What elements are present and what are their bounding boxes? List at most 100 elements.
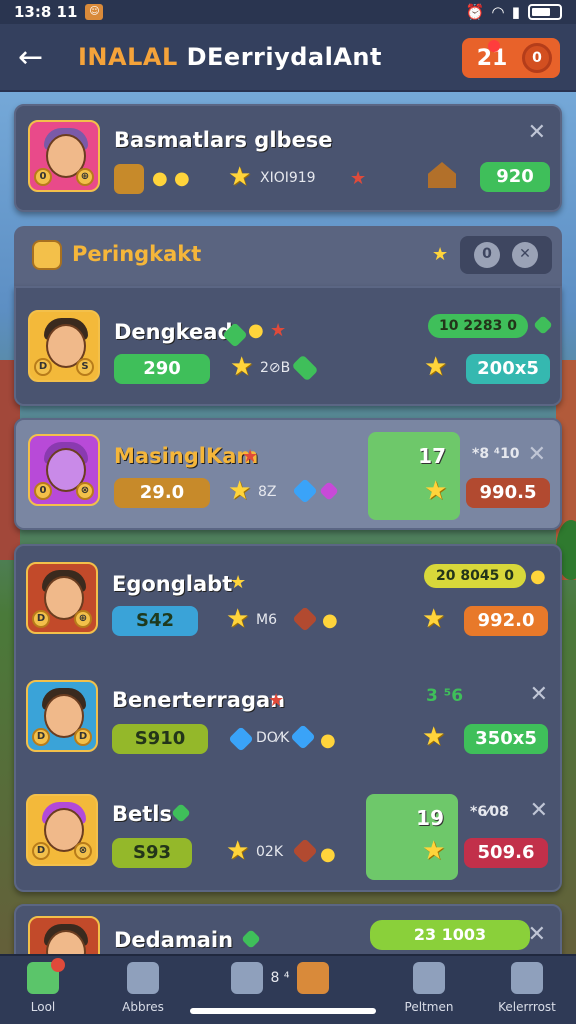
nav-item-kelerrrost[interactable]: Kelerrrost xyxy=(472,962,576,1014)
mini-avatar xyxy=(114,164,144,194)
coin-icon: ● xyxy=(320,730,336,751)
gem-icon xyxy=(533,315,553,335)
nav-item-peltmen[interactable]: Peltmen xyxy=(374,962,484,1014)
row-mini-text: DO⁄K xyxy=(256,730,290,746)
value-pill[interactable]: 992.0 xyxy=(464,606,548,636)
title-rest: DEerriydalAnt xyxy=(186,43,382,71)
stat-pill: S910 xyxy=(112,724,208,754)
gem-icon xyxy=(241,929,261,949)
row-mini-text: 02K xyxy=(256,844,283,860)
gem-icon xyxy=(292,478,318,504)
avatar: 0 ⊗ xyxy=(28,434,100,506)
coin-icon: ● xyxy=(248,320,264,341)
row-title: Benerterragan xyxy=(112,688,286,712)
star-icon: ★ xyxy=(432,244,449,265)
notification-dot xyxy=(51,958,65,972)
gem-icon xyxy=(292,606,318,632)
nav-extra-text: 8 ⁴ xyxy=(270,970,290,986)
list-item[interactable]: DS Dengkead ● ★ 10 2283 0 290 ★ 2⊘B ★ 20… xyxy=(14,286,562,406)
castle-icon xyxy=(127,962,159,994)
row-side-text: *8 ⁴10 xyxy=(472,446,520,462)
cash-icon xyxy=(291,354,319,382)
nav-item-shop[interactable]: 8 ⁴ xyxy=(200,962,360,994)
page-title: INALAL DEerriydalAnt xyxy=(78,43,382,71)
coin-icon: ● xyxy=(174,168,190,189)
gem-icon xyxy=(228,726,254,752)
close-button[interactable]: ✕ xyxy=(528,922,546,947)
back-button[interactable]: ← xyxy=(18,40,54,75)
temple-icon xyxy=(297,962,330,994)
value-pill[interactable]: 920 xyxy=(480,162,550,192)
row-mini-text: 2⊘B xyxy=(260,360,291,376)
star-icon: ★ xyxy=(424,476,448,506)
star-icon: ★ xyxy=(228,476,252,506)
star-icon: ★ xyxy=(422,604,446,634)
title-accent: INALAL xyxy=(78,43,178,71)
stat-pill: 29.0 xyxy=(114,478,210,508)
close-button[interactable]: ✕ xyxy=(530,682,548,707)
avatar: D ⊕ xyxy=(26,562,98,634)
avatar: DD xyxy=(26,680,98,752)
nav-item-abbres[interactable]: Abbres xyxy=(88,962,198,1014)
coin-icon: ● xyxy=(322,610,338,631)
alarm-icon: ⏰ xyxy=(465,3,485,21)
star-icon: ★ xyxy=(230,572,247,593)
signal-icon: ▮ xyxy=(511,3,520,21)
list-item[interactable]: D ⊕ Egonglabt ★ 20 8045 0 ● S42 ★ M6 ● ★ … xyxy=(14,544,562,668)
notification-dot xyxy=(488,40,500,52)
list-item[interactable]: D ⊗ Betls S93 ★ 02K ● 19 ★ *6⁄08 ✕ 509.6 xyxy=(14,780,562,892)
star-icon: ★ xyxy=(228,162,252,192)
row-title: Dengkead xyxy=(114,320,233,344)
value-pill[interactable]: 200x5 xyxy=(466,354,550,384)
red-star-icon: ★ xyxy=(268,690,285,711)
star-icon: ★ xyxy=(422,722,446,752)
home-indicator[interactable] xyxy=(190,1008,376,1014)
house-icon xyxy=(428,162,456,188)
badge-pill: 23 1003 xyxy=(370,920,530,950)
value-pill[interactable]: 509.6 xyxy=(464,838,548,868)
close-button[interactable]: ✕ xyxy=(530,798,548,823)
status-bar: 13:8 11 ☺ ⏰ ◠ ▮ xyxy=(0,0,576,24)
star-icon: ★ xyxy=(226,836,250,866)
section-title: Peringkakt xyxy=(72,242,202,266)
coin-icon: ● xyxy=(320,844,336,865)
row-side-text: *6⁄08 xyxy=(470,804,509,820)
toggle-button[interactable]: 0 xyxy=(474,242,500,268)
gem-icon xyxy=(292,838,318,864)
heart-icon xyxy=(319,481,339,501)
wifi-icon: ◠ xyxy=(492,3,504,21)
status-time: 13:8 11 xyxy=(14,3,78,21)
section-header: Peringkakt ★ 0 ✕ xyxy=(14,226,562,286)
app-header: ← INALAL DEerriydalAnt 21 0 xyxy=(0,24,576,92)
value-pill[interactable]: 350x5 xyxy=(464,724,548,754)
pet-icon xyxy=(413,962,445,994)
close-circle-button[interactable]: ✕ xyxy=(512,242,538,268)
value-pill[interactable]: 990.5 xyxy=(466,478,550,508)
section-controls: 0 ✕ xyxy=(460,236,552,274)
star-icon: ★ xyxy=(422,836,446,866)
red-star-icon: ★ xyxy=(270,320,287,341)
row-title: Dedamain xyxy=(114,928,234,952)
list-item[interactable]: DD Benerterragan ★ 3 ⁵6 ✕ S910 DO⁄K ● ★ … xyxy=(14,668,562,780)
close-button[interactable]: ✕ xyxy=(528,120,546,145)
featured-card[interactable]: 0 ⊕ Basmatlars glbese ✕ ● ● ★ XIOI919 ★ 9… xyxy=(14,104,562,212)
coin-icon: ● xyxy=(530,566,546,587)
home-icon xyxy=(27,958,65,994)
badge-pill: 20 8045 0 xyxy=(424,564,526,588)
stat-pill: 290 xyxy=(114,354,210,384)
nav-item-home[interactable]: Lool xyxy=(0,958,98,1014)
red-star-icon: ★ xyxy=(350,168,367,189)
list-item[interactable]: 0 ⊗ MasinglKam ★ 29.0 ★ 8Z 17 ★ *8 ⁴10 ✕ … xyxy=(14,418,562,530)
gem-icon xyxy=(171,803,191,823)
avatar: DS xyxy=(28,310,100,382)
star-icon: ★ xyxy=(226,604,250,634)
currency-badge[interactable]: 21 0 xyxy=(462,38,560,78)
stat-pill: S93 xyxy=(112,838,192,868)
gem-icon xyxy=(290,724,316,750)
close-button[interactable]: ✕ xyxy=(528,442,546,467)
red-star-icon: ★ xyxy=(242,446,259,467)
row-mini-text: M6 xyxy=(256,612,277,628)
row-title: MasinglKam xyxy=(114,444,259,468)
app-badge-icon: ☺ xyxy=(85,4,104,20)
shop-icon xyxy=(230,962,263,994)
